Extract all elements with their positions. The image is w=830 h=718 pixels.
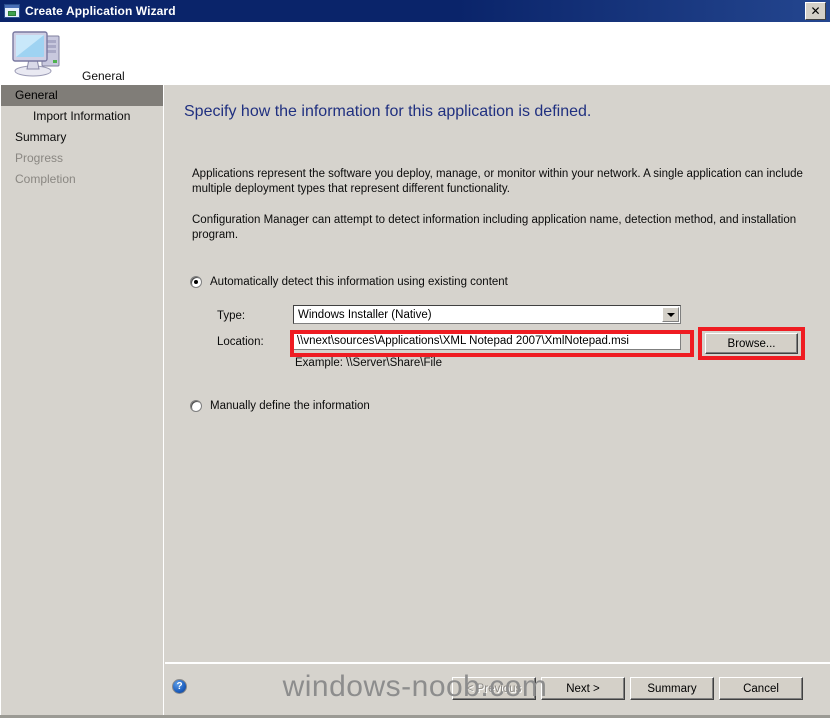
help-question-icon[interactable]: ?	[172, 679, 187, 694]
radio-manual-define-label: Manually define the information	[210, 400, 370, 412]
window-title: Create Application Wizard	[25, 4, 176, 18]
wizard-footer: ? < Previous Next > Summary Cancel	[165, 664, 830, 718]
next-button[interactable]: Next >	[541, 677, 625, 700]
location-label: Location:	[217, 336, 264, 348]
radio-manual-define[interactable]: Manually define the information	[190, 400, 370, 412]
wizard-content-pane: Specify how the information for this app…	[165, 85, 830, 662]
sidebar-item-completion: Completion	[15, 172, 76, 186]
wizard-window-icon	[4, 4, 20, 18]
previous-button: < Previous	[452, 677, 536, 700]
type-label: Type:	[217, 310, 246, 322]
wizard-step-list: General Import Information Summary Progr…	[1, 85, 164, 717]
radio-auto-detect-label: Automatically detect this information us…	[210, 276, 508, 288]
location-input[interactable]: \\vnext\sources\Applications\XML Notepad…	[293, 331, 681, 350]
browse-button[interactable]: Browse...	[705, 333, 798, 354]
sidebar-item-progress: Progress	[15, 151, 64, 165]
radio-auto-detect[interactable]: Automatically detect this information us…	[190, 276, 508, 288]
description-paragraph-2: Configuration Manager can attempt to det…	[192, 214, 797, 241]
page-title: Specify how the information for this app…	[184, 103, 592, 120]
computer-monitor-icon	[12, 31, 60, 77]
sidebar-item-general[interactable]: General	[1, 85, 163, 106]
wizard-header: General	[0, 22, 830, 85]
close-icon[interactable]: ✕	[805, 2, 826, 20]
description-paragraph-1: Applications represent the software you …	[192, 168, 803, 195]
summary-button[interactable]: Summary	[630, 677, 714, 700]
location-example-hint: Example: \\Server\Share\File	[295, 357, 443, 369]
sidebar-item-import-information[interactable]: Import Information	[1, 106, 163, 127]
wizard-header-caption: General	[82, 69, 125, 83]
radio-selected-icon	[190, 276, 202, 288]
title-bar: Create Application Wizard ✕	[0, 0, 830, 22]
type-select[interactable]: Windows Installer (Native)	[293, 305, 681, 324]
type-select-value: Windows Installer (Native)	[298, 308, 432, 321]
create-application-wizard-window: Create Application Wizard ✕ General Gene…	[0, 0, 830, 718]
sidebar-item-summary[interactable]: Summary	[1, 127, 163, 148]
cancel-button[interactable]: Cancel	[719, 677, 803, 700]
radio-unselected-icon	[190, 400, 202, 412]
chevron-down-icon[interactable]	[662, 307, 679, 322]
